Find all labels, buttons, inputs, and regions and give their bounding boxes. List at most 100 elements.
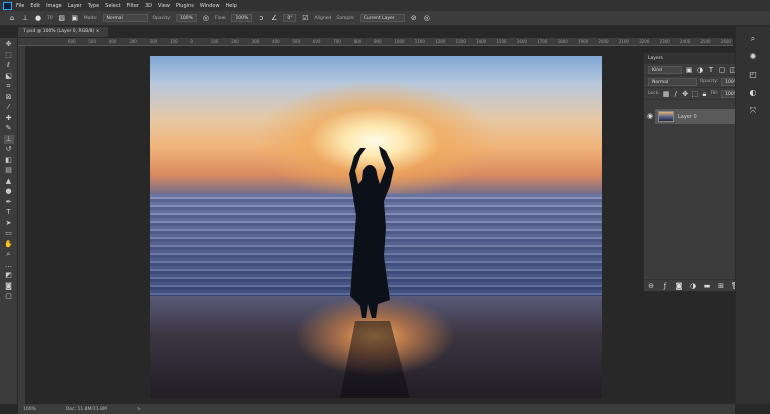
dodge-tool-icon[interactable]: ● [4, 187, 14, 196]
zoom-tool-icon[interactable]: ⌕ [4, 250, 14, 259]
status-menu-arrow[interactable]: > [137, 407, 141, 412]
ruler-tick: 2200 [639, 39, 650, 44]
pen-tool-icon[interactable]: ✒ [4, 198, 14, 207]
quick-mask-icon[interactable]: ◙ [4, 282, 14, 291]
adjustment-layer-icon[interactable]: ◑ [689, 282, 697, 290]
airbrush-icon[interactable]: ↄ [257, 14, 265, 22]
brush-tool-icon[interactable]: ✎ [4, 124, 14, 133]
marquee-tool-icon[interactable]: ⬚ [4, 51, 14, 60]
menu-3d[interactable]: 3D [145, 3, 152, 9]
mode-select[interactable]: Normal [102, 14, 148, 22]
ruler-tick: 1100 [414, 39, 425, 44]
ruler-tick: 600 [68, 39, 76, 44]
close-tab-icon[interactable]: × [96, 29, 100, 34]
object-select-tool-icon[interactable]: ⬕ [4, 72, 14, 81]
eyedropper-tool-icon[interactable]: ⁄ [4, 103, 14, 112]
brush-settings-icon[interactable]: ▨ [58, 14, 66, 22]
ruler-tick: 100 [210, 39, 219, 44]
menu-file[interactable]: File [16, 3, 24, 9]
canvas-image[interactable] [150, 56, 602, 398]
pressure-opacity-icon[interactable]: ◎ [202, 14, 210, 22]
kind-filter-select[interactable]: Kind [648, 65, 682, 74]
type-tool-icon[interactable]: T [4, 208, 14, 217]
path-select-icon[interactable]: ➤ [4, 219, 14, 228]
aligned-label: Aligned [314, 15, 332, 21]
frame-tool-icon[interactable]: ⊠ [4, 93, 14, 102]
adjustment-filter-icon[interactable]: ◑ [696, 66, 704, 74]
search-icon[interactable]: ⌕ [749, 35, 757, 43]
menu-plugins[interactable]: Plugins [176, 3, 194, 9]
clone-stamp-icon[interactable]: ⊥ [21, 14, 29, 22]
panel-dock: ⌕ ✺ ◰ ◐ ⤧ [735, 27, 770, 404]
document-tab[interactable]: 7.psd @ 100% (Layer 0, RGB/8) × [18, 27, 108, 37]
paths-panel-icon[interactable]: ⤧ [749, 107, 757, 115]
lasso-tool-icon[interactable]: ℓ [4, 61, 14, 70]
more-tools-icon[interactable]: … [4, 261, 14, 270]
lock-artboard-icon[interactable]: ⬚ [691, 90, 698, 98]
ignore-adjustment-icon[interactable]: ⊘ [410, 14, 418, 22]
ruler-tick: 800 [353, 39, 362, 44]
zoom-level[interactable]: 100% [23, 407, 36, 412]
ruler-tick: 1600 [516, 39, 527, 44]
lock-transparent-icon[interactable]: ▦ [663, 90, 670, 98]
new-layer-icon[interactable]: ⊞ [717, 282, 725, 290]
opacity-input[interactable]: 100% [176, 14, 197, 22]
status-bar: 100% Doc: 11.8M/11.8M > [18, 404, 735, 414]
properties-panel-icon[interactable]: ◰ [749, 71, 757, 79]
layer-filter-row: Kind ▣ ◑ T ▢ ◫ [644, 64, 742, 76]
gradient-tool-icon[interactable]: ▤ [4, 166, 14, 175]
mode-label: Mode: [83, 15, 98, 21]
blur-tool-icon[interactable]: ▲ [4, 177, 14, 186]
menu-type[interactable]: Type [88, 3, 99, 9]
adjustments-panel-icon[interactable]: ◐ [749, 89, 757, 97]
color-swatches-icon[interactable]: ◩ [4, 271, 14, 280]
healing-brush-icon[interactable]: ✚ [4, 114, 14, 123]
eraser-tool-icon[interactable]: ◧ [4, 156, 14, 165]
layer-thumbnail [658, 111, 674, 122]
layers-panel-tab[interactable]: Layers [644, 53, 742, 64]
add-mask-icon[interactable]: ◙ [675, 282, 683, 290]
menu-bar: File Edit Image Layer Type Select Filter… [0, 0, 770, 11]
group-icon[interactable]: ▬ [703, 282, 711, 290]
ruler-tick: 2400 [680, 39, 691, 44]
visibility-eye-icon[interactable]: ◉ [646, 112, 654, 120]
move-tool-icon[interactable]: ✥ [4, 40, 14, 49]
brush-preset-icon[interactable]: ● [34, 14, 42, 22]
ruler-tick: 900 [374, 39, 382, 44]
blend-mode-select[interactable]: Normal [648, 77, 697, 86]
pressure-size-icon[interactable]: ◎ [423, 14, 431, 22]
menu-window[interactable]: Window [200, 3, 220, 9]
fx-icon[interactable]: ƒ [661, 282, 669, 290]
clone-stamp-tool-icon[interactable]: ⊥ [3, 134, 14, 144]
pixel-filter-icon[interactable]: ▣ [685, 66, 693, 74]
angle-input[interactable]: 0° [283, 14, 297, 22]
menu-help[interactable]: Help [226, 3, 237, 9]
aligned-checkbox[interactable]: ☑ [301, 14, 309, 22]
ruler-tick: 2300 [659, 39, 670, 44]
color-panel-icon[interactable]: ✺ [749, 53, 757, 61]
menu-select[interactable]: Select [105, 3, 120, 9]
sample-select[interactable]: Current Layer [359, 14, 405, 22]
crop-tool-icon[interactable]: ⌗ [4, 82, 14, 91]
screen-mode-icon[interactable]: ▢ [4, 292, 14, 301]
history-brush-icon[interactable]: ↺ [4, 145, 14, 154]
hand-tool-icon[interactable]: ✋ [4, 240, 14, 249]
link-layers-icon[interactable]: ⊖ [647, 282, 655, 290]
layer-row[interactable]: Layer 0 [655, 109, 743, 124]
flow-input[interactable]: 100% [231, 14, 253, 22]
menu-layer[interactable]: Layer [68, 3, 82, 9]
lock-position-icon[interactable]: ✥ [682, 90, 689, 98]
menu-edit[interactable]: Edit [30, 3, 40, 9]
shape-tool-icon[interactable]: ▭ [4, 229, 14, 238]
type-filter-icon[interactable]: T [707, 66, 715, 74]
shape-filter-icon[interactable]: ▢ [718, 66, 726, 74]
photoshop-logo[interactable] [3, 1, 12, 10]
menu-view[interactable]: View [158, 3, 170, 9]
menu-image[interactable]: Image [46, 3, 62, 9]
menu-filter[interactable]: Filter [127, 3, 139, 9]
lock-pixels-icon[interactable]: / [672, 90, 679, 98]
clone-source-icon[interactable]: ▣ [71, 14, 79, 22]
ruler-tick: 400 [108, 39, 117, 44]
home-icon[interactable]: ⌂ [8, 14, 16, 22]
lock-all-icon[interactable]: 🔒︎ [701, 90, 708, 98]
